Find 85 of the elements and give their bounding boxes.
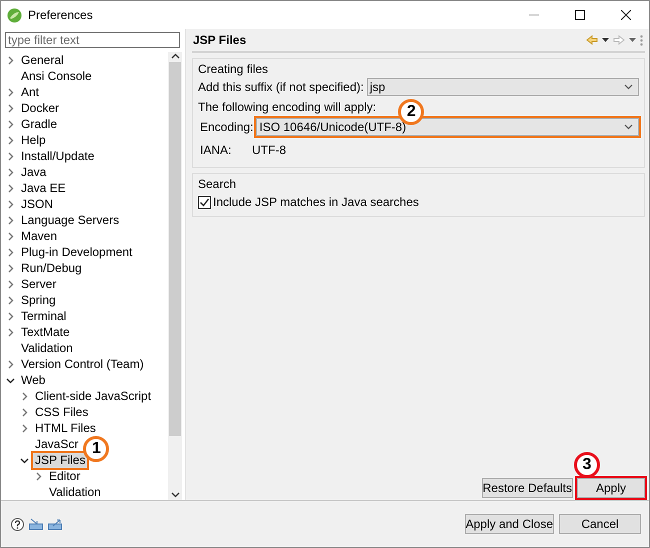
tree-item[interactable]: General [19, 52, 66, 68]
tree-item[interactable]: Version Control (Team) [19, 356, 146, 372]
chevron-right-icon[interactable] [6, 56, 15, 64]
chevron-right-icon[interactable] [20, 424, 29, 432]
tree-item[interactable]: Client-side JavaScript [33, 388, 154, 404]
scroll-down-icon[interactable] [170, 490, 180, 500]
maximize-icon[interactable] [575, 10, 585, 20]
chevron-right-icon[interactable] [6, 360, 15, 368]
export-icon[interactable] [48, 518, 62, 530]
page-title: JSP Files [193, 33, 248, 47]
tree-item[interactable]: Terminal [19, 308, 68, 324]
dialog-button[interactable]: Apply and Close [464, 514, 554, 534]
chevron-right-icon[interactable] [6, 296, 15, 304]
chevron-right-icon[interactable] [6, 248, 15, 256]
help-icon[interactable] [11, 518, 24, 530]
tree-item[interactable]: Language Servers [19, 212, 122, 228]
scrollbar[interactable] [168, 52, 182, 500]
chevron-right-icon[interactable] [20, 408, 29, 416]
chevron-right-icon[interactable] [6, 88, 15, 96]
field-value: UTF-8 [252, 143, 286, 157]
tree-item[interactable]: Docker [19, 100, 62, 116]
tree-item[interactable]: Help [19, 132, 48, 148]
tree-item[interactable]: Java [19, 164, 48, 180]
field-label: IANA: [199, 143, 232, 157]
tree-item[interactable]: Maven [19, 228, 60, 244]
tree-item[interactable]: Spring [19, 292, 58, 308]
chevron-down-icon[interactable] [6, 376, 15, 384]
chevron-right-icon[interactable] [6, 264, 15, 272]
chevron-right-icon[interactable] [6, 136, 15, 144]
checkbox[interactable] [198, 196, 211, 208]
tree-item[interactable]: Validation [19, 340, 75, 356]
tree-item[interactable]: Plug-in Development [19, 244, 134, 260]
chevron-right-icon[interactable] [34, 472, 43, 480]
tree-item[interactable]: JSP Files [33, 452, 88, 468]
back-icon[interactable] [586, 35, 598, 45]
filter-field[interactable]: type filter text [5, 32, 180, 48]
info-text: The following encoding will apply: [198, 100, 376, 114]
chevron-right-icon[interactable] [20, 392, 29, 400]
chevron-down-icon[interactable] [20, 456, 29, 464]
chevron-right-icon[interactable] [6, 200, 15, 208]
group-title: Search [198, 176, 238, 192]
chevron-right-icon[interactable] [6, 120, 15, 128]
chevron-right-icon[interactable] [6, 184, 15, 192]
chevron-down-icon [624, 124, 633, 130]
tree-item[interactable]: CSS Files [33, 404, 90, 420]
tree-item[interactable]: Validation [47, 484, 103, 500]
tree-item[interactable]: Ansi Console [19, 68, 94, 84]
page-button[interactable]: Restore Defaults [482, 478, 573, 498]
tree-item[interactable]: Install/Update [19, 148, 96, 164]
chevron-right-icon[interactable] [6, 216, 15, 224]
chevron-down-icon [624, 84, 633, 90]
tree-item[interactable]: JSON [19, 196, 56, 212]
chevron-right-icon[interactable] [6, 328, 15, 336]
menu-icon[interactable] [640, 34, 643, 46]
checkbox-label: Include JSP matches in Java searches [213, 195, 419, 209]
tree-item[interactable]: Server [19, 276, 58, 292]
page-button[interactable]: Apply [577, 478, 645, 498]
field-label: Encoding: [200, 120, 254, 134]
tree-item[interactable]: Java EE [19, 180, 68, 196]
dropdown-icon[interactable] [602, 38, 609, 42]
tree-item[interactable]: HTML Files [33, 420, 98, 436]
field-label: Add this suffix (if not specified): [198, 80, 364, 94]
tree-item[interactable]: Run/Debug [19, 260, 84, 276]
import-icon[interactable] [29, 518, 43, 530]
dropdown-field[interactable]: jsp [366, 78, 639, 96]
chevron-right-icon[interactable] [6, 280, 15, 288]
chevron-right-icon[interactable] [6, 312, 15, 320]
scroll-up-icon[interactable] [170, 52, 180, 60]
window-title: Preferences [28, 8, 93, 22]
chevron-right-icon[interactable] [6, 168, 15, 176]
logo-icon [7, 8, 22, 22]
chevron-right-icon[interactable] [6, 104, 15, 112]
tree-item[interactable]: TextMate [19, 324, 72, 340]
tree-item[interactable]: Ant [19, 84, 42, 100]
step-badge: 3 [574, 452, 600, 478]
tree-item[interactable]: JavaScr [33, 436, 80, 452]
group-title: Creating files [198, 61, 270, 77]
dialog-button[interactable]: Cancel [559, 514, 641, 534]
tree-item[interactable]: Editor [47, 468, 82, 484]
chevron-right-icon[interactable] [6, 232, 15, 240]
close-icon[interactable] [621, 10, 631, 20]
tree-item[interactable]: Web [19, 372, 48, 388]
chevron-right-icon[interactable] [6, 152, 15, 160]
tree-item[interactable]: Gradle [19, 116, 60, 132]
dropdown-icon[interactable] [629, 38, 636, 42]
